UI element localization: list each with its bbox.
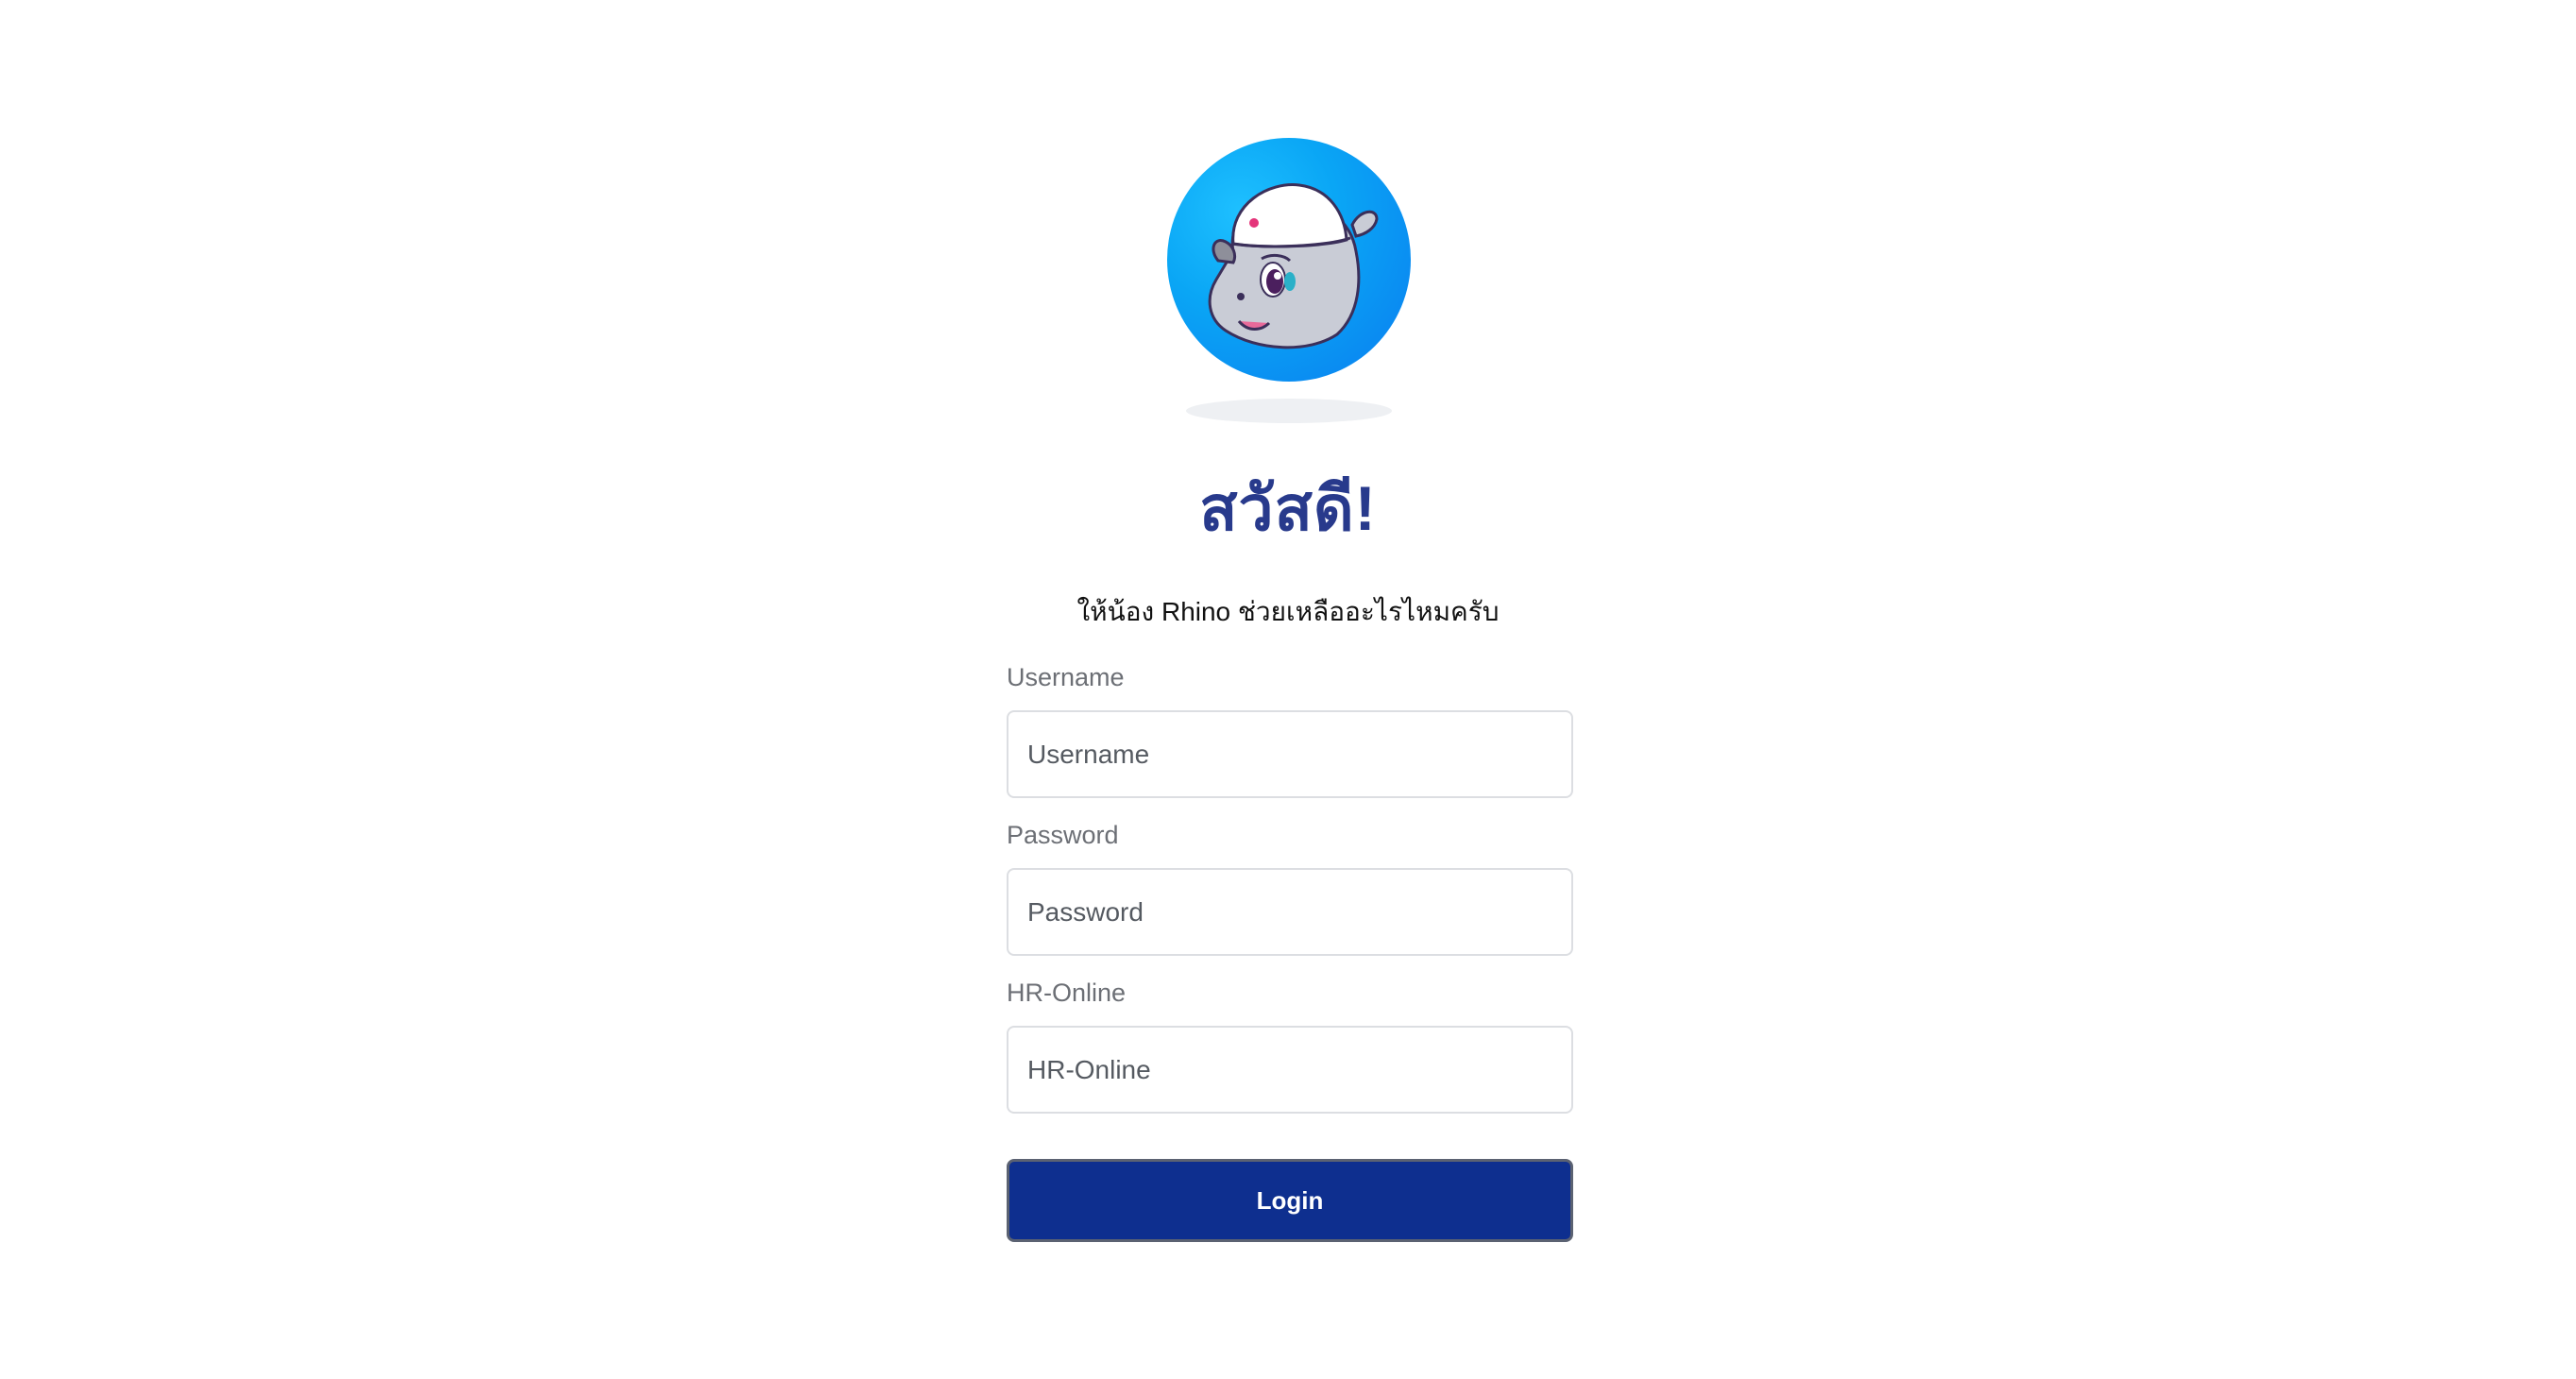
login-form: Username Password HR-Online Login: [1007, 655, 1573, 1242]
username-field[interactable]: [1007, 710, 1573, 798]
greeting-subtitle: ให้น้อง Rhino ช่วยเหลืออะไรไหมครับ: [1076, 597, 1500, 626]
hr-online-label: HR-Online: [1007, 979, 1127, 1007]
login-page: สวัสดี! ให้น้อง Rhino ช่วยเหลืออะไรไหมคร…: [0, 0, 2576, 1379]
hr-online-field[interactable]: [1007, 1026, 1573, 1114]
login-button[interactable]: Login: [1007, 1159, 1573, 1242]
rhino-mascot-icon: [1167, 138, 1411, 382]
rhino-mascot-illustration: [1208, 183, 1379, 349]
avatar-shadow: [1186, 399, 1392, 423]
avatar: [1167, 138, 1411, 382]
username-label: Username: [1007, 663, 1125, 691]
greeting-title: สวัสดี!: [1199, 473, 1377, 543]
password-label: Password: [1007, 821, 1119, 849]
password-field[interactable]: [1007, 868, 1573, 956]
